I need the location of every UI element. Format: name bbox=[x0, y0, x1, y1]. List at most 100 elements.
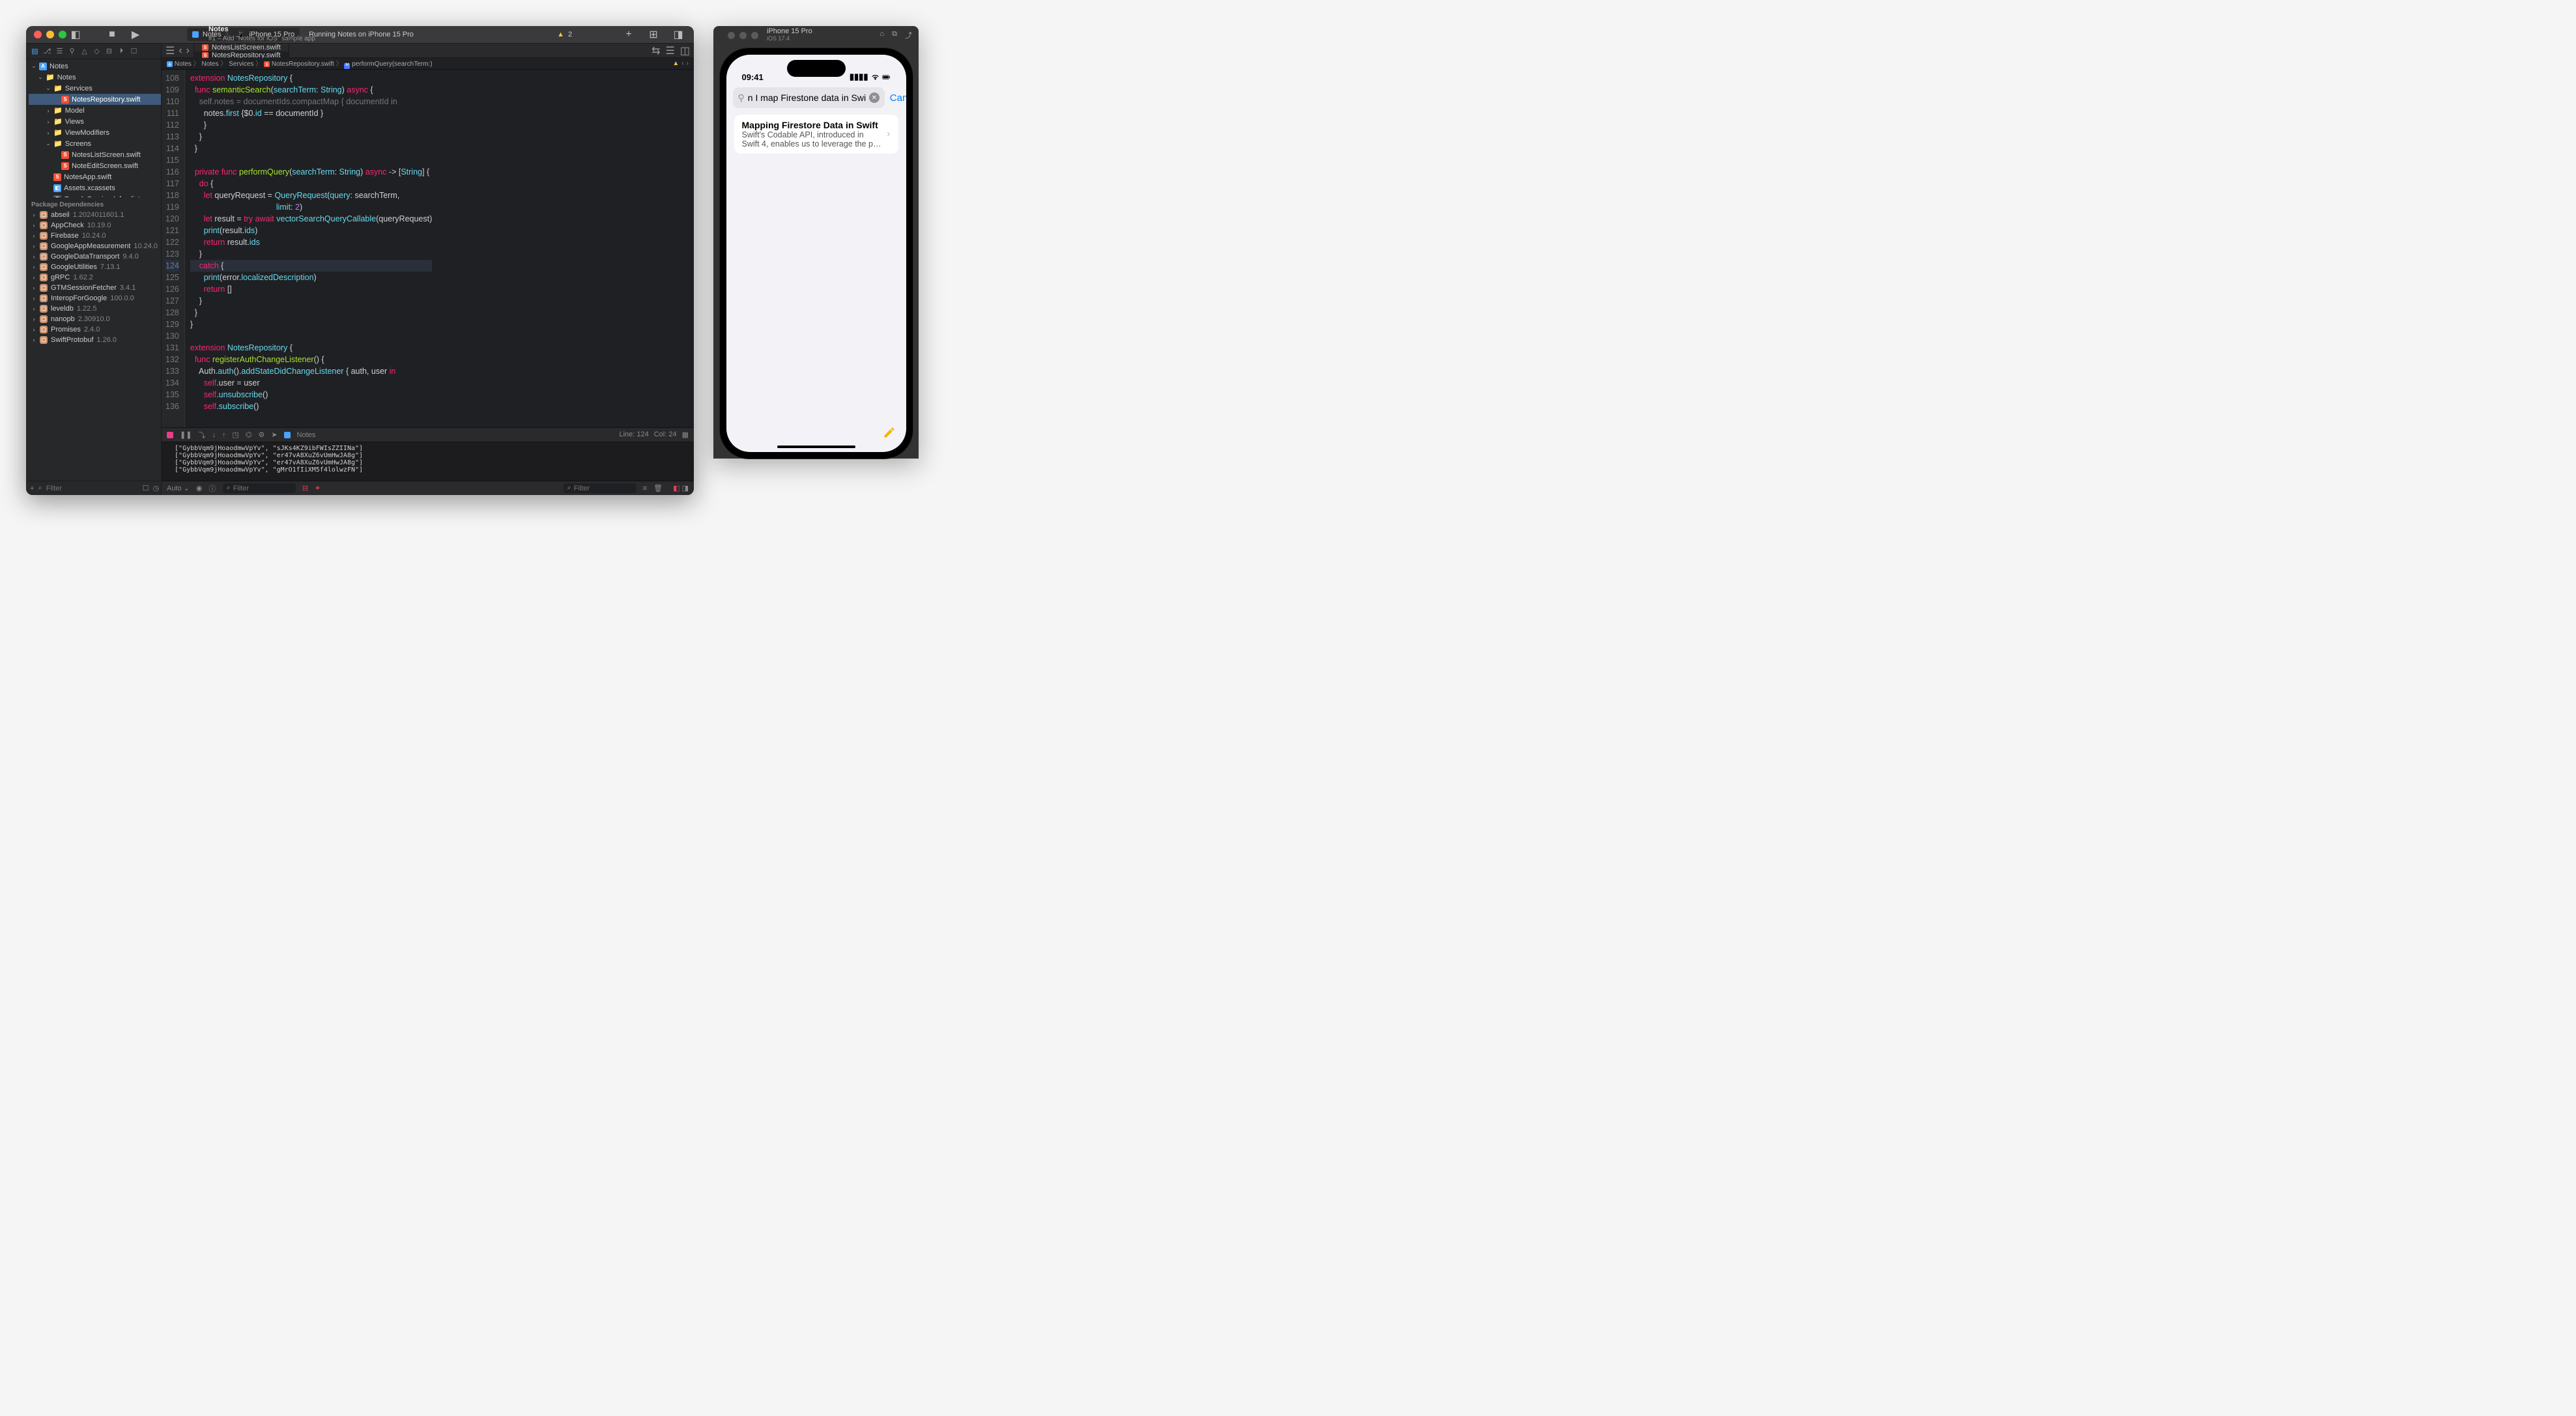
breadcrumb-segment[interactable]: Notes bbox=[201, 61, 218, 68]
issue-nav-icon[interactable]: △ bbox=[79, 46, 89, 56]
search-result-row[interactable]: Mapping Firestore Data in Swift Swift's … bbox=[734, 115, 898, 154]
bookmarks-nav-icon[interactable]: ☰ bbox=[55, 46, 64, 56]
dep-leveldb[interactable]: ›▢leveldb 1.22.5 bbox=[26, 304, 161, 314]
breadcrumb-segment[interactable]: S NotesRepository.swift bbox=[264, 61, 334, 68]
minimap-toggle-icon[interactable]: ▦ bbox=[682, 431, 689, 439]
memory-graph-icon[interactable]: ⌬ bbox=[246, 431, 252, 439]
file-item[interactable]: SNoteEditScreen.swift bbox=[29, 160, 161, 171]
dep-promises[interactable]: ›▢Promises 2.4.0 bbox=[26, 324, 161, 335]
dep-interopforgoogle[interactable]: ›▢InteropForGoogle 100.0.0 bbox=[26, 293, 161, 304]
add-editor-icon[interactable]: + bbox=[623, 29, 634, 40]
debug-console[interactable]: ["GybbVqm9jHoaodmwVpYv", "sJKs4KZ9ibFWIs… bbox=[162, 442, 694, 481]
sidebar-right-toggle-icon[interactable]: ◨ bbox=[673, 29, 683, 40]
close-dot[interactable] bbox=[34, 31, 42, 38]
project-navigator-icon[interactable]: ▤ bbox=[30, 46, 40, 56]
console-filter[interactable]: ⌕ bbox=[564, 483, 637, 493]
dep-firebase[interactable]: ›▢Firebase 10.24.0 bbox=[26, 231, 161, 241]
jump-bar[interactable]: A Notes 〉 Notes 〉 Services 〉 S NotesRepo… bbox=[162, 58, 694, 70]
clear-console-icon[interactable]: 🗑 bbox=[653, 484, 663, 492]
variables-view-label[interactable]: Auto ⌄ bbox=[167, 484, 190, 492]
bc-next-icon[interactable]: › bbox=[687, 60, 689, 67]
folder-model[interactable]: ›📁Model bbox=[29, 105, 161, 116]
related-items-icon[interactable]: ☰ bbox=[165, 44, 175, 57]
dep-googleappmeasurement[interactable]: ›▢GoogleAppMeasurement 10.24.0 bbox=[26, 241, 161, 251]
dep-grpc[interactable]: ›▢gRPC 1.62.2 bbox=[26, 272, 161, 283]
visibility-icon[interactable]: ◉ bbox=[196, 484, 203, 492]
dep-appcheck[interactable]: ›▢AppCheck 10.19.0 bbox=[26, 220, 161, 231]
stop-button[interactable]: ■ bbox=[107, 29, 117, 40]
clear-search-icon[interactable]: ✕ bbox=[869, 92, 880, 103]
split-editor-icon[interactable]: ◫ bbox=[680, 44, 690, 57]
debug-nav-icon[interactable]: ⊟ bbox=[104, 46, 114, 56]
dep-googledatatransport[interactable]: ›▢GoogleDataTransport 9.4.0 bbox=[26, 251, 161, 262]
dep-googleutilities[interactable]: ›▢GoogleUtilities 7.13.1 bbox=[26, 262, 161, 272]
toggle-console-pane-icon[interactable]: ◨ bbox=[682, 485, 689, 492]
minimize-dot[interactable] bbox=[46, 31, 54, 38]
navigator-filter-input[interactable] bbox=[46, 485, 139, 492]
review-icon[interactable]: ⇆ bbox=[651, 44, 660, 57]
find-nav-icon[interactable]: ⚲ bbox=[67, 46, 77, 56]
breakpoint-nav-icon[interactable]: ⏵ bbox=[117, 46, 126, 56]
breakpoint-toggle-icon[interactable] bbox=[167, 432, 173, 438]
project-root[interactable]: ⌄ANotes bbox=[29, 61, 161, 72]
breadcrumb-segment[interactable]: A Notes bbox=[167, 61, 192, 68]
zoom-dot[interactable] bbox=[59, 31, 66, 38]
back-icon[interactable]: ‹ bbox=[179, 45, 182, 57]
iphone-screen[interactable]: 09:41 ▮▮▮▮ ⚲ ✕ Cancel Mapping Firestore … bbox=[726, 55, 906, 452]
forward-icon[interactable]: › bbox=[186, 45, 190, 57]
info-icon[interactable]: ⓘ bbox=[209, 483, 216, 494]
recent-icon[interactable]: ◷ bbox=[152, 484, 159, 492]
dep-gtmsessionfetcher[interactable]: ›▢GTMSessionFetcher 3.4.1 bbox=[26, 283, 161, 293]
env-overrides-icon[interactable]: ⚙ bbox=[258, 431, 265, 439]
bc-prev-icon[interactable]: ‹ bbox=[681, 60, 683, 67]
tab-NotesListScreen.swift[interactable]: SNotesListScreen.swift bbox=[194, 44, 289, 51]
breadcrumb-segment[interactable]: Services bbox=[229, 61, 253, 68]
breadcrumb-segment[interactable]: M performQuery(searchTerm:) bbox=[344, 61, 432, 68]
step-into-icon[interactable]: ↓ bbox=[212, 431, 216, 439]
dep-abseil[interactable]: ›▢abseil 1.2024011601.1 bbox=[26, 210, 161, 220]
screenshot-icon[interactable]: ⧉ bbox=[892, 30, 897, 40]
cancel-button[interactable]: Cancel bbox=[890, 92, 906, 104]
report-nav-icon[interactable]: ☐ bbox=[129, 46, 139, 56]
step-over-icon[interactable]: ⤵ bbox=[198, 430, 205, 440]
scope-icon[interactable]: ☐ bbox=[143, 484, 149, 492]
dep-nanopb[interactable]: ›▢nanopb 2.30910.0 bbox=[26, 314, 161, 324]
rotate-icon[interactable]: ⤴ bbox=[905, 30, 912, 40]
pause-icon[interactable]: ❚❚ bbox=[180, 431, 192, 439]
home-indicator[interactable] bbox=[777, 446, 855, 448]
source-control-nav-icon[interactable]: ⎇ bbox=[42, 46, 52, 56]
file-item[interactable]: ◧Assets.xcassets bbox=[29, 182, 161, 193]
folder-views[interactable]: ›📁Views bbox=[29, 116, 161, 127]
metadata-icon[interactable]: ≡ bbox=[643, 485, 647, 492]
toggle-vars-pane-icon[interactable]: ◧ bbox=[673, 485, 680, 492]
location-icon[interactable]: ➤ bbox=[271, 431, 277, 439]
result-title: Mapping Firestore Data in Swift bbox=[742, 120, 882, 130]
view-debug-icon[interactable]: ◳ bbox=[232, 431, 238, 439]
vars-filter[interactable]: ⌕ bbox=[223, 483, 296, 493]
code-editor[interactable]: 1081091101111121131141151161171181191201… bbox=[162, 70, 694, 427]
step-out-icon[interactable]: ↑ bbox=[222, 431, 226, 439]
file-item[interactable]: SNotesListScreen.swift bbox=[29, 149, 161, 160]
add-file-icon[interactable]: + bbox=[30, 485, 34, 492]
dep-swiftprotobuf[interactable]: ›▢SwiftProtobuf 1.26.0 bbox=[26, 335, 161, 345]
vars-filter-input[interactable] bbox=[233, 485, 292, 492]
compose-icon[interactable] bbox=[883, 426, 896, 443]
run-button[interactable]: ▶ bbox=[130, 29, 141, 40]
file-item[interactable]: SNotesApp.swift bbox=[29, 171, 161, 182]
test-nav-icon[interactable]: ◇ bbox=[92, 46, 102, 56]
library-icon[interactable]: ⊞ bbox=[648, 29, 659, 40]
folder-screens[interactable]: ⌄📁Screens bbox=[29, 138, 161, 149]
console-filter-input[interactable] bbox=[574, 485, 633, 492]
search-input[interactable] bbox=[748, 92, 866, 103]
folder-notes[interactable]: ⌄📁Notes bbox=[29, 72, 161, 83]
process-icon[interactable]: ⚭ bbox=[315, 484, 321, 492]
memory-icon[interactable]: ⊟ bbox=[302, 484, 308, 492]
editor-options-icon[interactable]: ☰ bbox=[666, 44, 675, 57]
folder-viewmodifiers[interactable]: ›📁ViewModifiers bbox=[29, 127, 161, 138]
sidebar-left-toggle-icon[interactable]: ◧ bbox=[70, 29, 81, 40]
file-tree[interactable]: ⌄ANotes⌄📁Notes⌄📁ServicesSNotesRepository… bbox=[26, 59, 161, 197]
file-item[interactable]: SNotesRepository.swift bbox=[29, 94, 161, 105]
search-field[interactable]: ⚲ ✕ bbox=[733, 87, 885, 108]
home-icon[interactable]: ⌂ bbox=[880, 30, 884, 40]
folder-services[interactable]: ⌄📁Services bbox=[29, 83, 161, 94]
